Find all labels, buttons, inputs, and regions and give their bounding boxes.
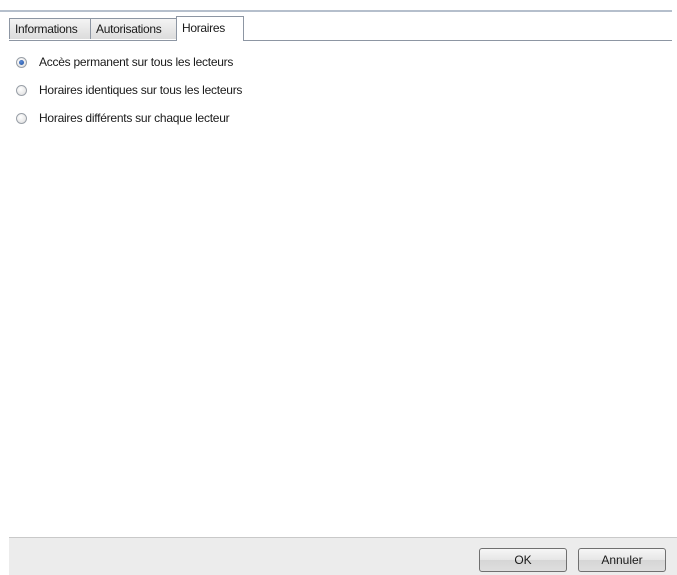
radio-button-icon[interactable] <box>16 112 27 124</box>
radio-option-label: Horaires identiques sur tous les lecteur… <box>39 83 243 97</box>
tab-informations[interactable]: Informations <box>9 18 91 39</box>
window-top-border <box>0 10 672 12</box>
radio-option-identical-schedules[interactable]: Horaires identiques sur tous les lecteur… <box>16 81 242 99</box>
radio-option-different-schedules[interactable]: Horaires différents sur chaque lecteur <box>16 109 230 127</box>
tab-label: Autorisations <box>96 22 162 36</box>
ok-button[interactable]: OK <box>479 548 567 572</box>
radio-option-permanent-access[interactable]: Accès permanent sur tous les lecteurs <box>16 53 233 71</box>
tab-label: Horaires <box>182 21 225 35</box>
cancel-button[interactable]: Annuler <box>578 548 666 572</box>
tab-strip: Informations Autorisations Horaires <box>9 16 672 41</box>
radio-option-label: Accès permanent sur tous les lecteurs <box>39 55 234 69</box>
tab-autorisations[interactable]: Autorisations <box>90 18 177 39</box>
radio-button-icon[interactable] <box>16 84 27 96</box>
tab-label: Informations <box>15 22 78 36</box>
tab-horaires[interactable]: Horaires <box>176 16 244 41</box>
radio-button-checked-icon[interactable] <box>16 56 27 68</box>
dialog-button-bar <box>9 537 677 575</box>
radio-option-label: Horaires différents sur chaque lecteur <box>39 111 230 125</box>
